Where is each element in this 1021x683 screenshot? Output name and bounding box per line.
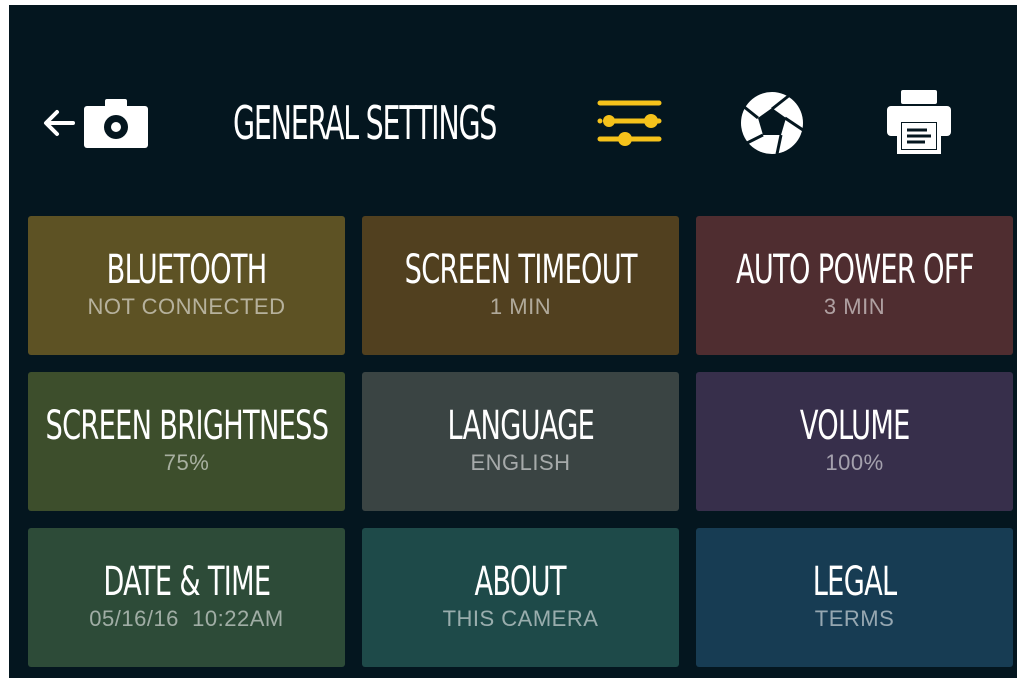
tile-label: LANGUAGE — [447, 402, 594, 449]
legal-tile[interactable]: LEGAL TERMS — [696, 528, 1013, 667]
tile-label: LEGAL — [812, 558, 897, 605]
page-title: GENERAL SETTINGS — [233, 96, 497, 150]
back-to-camera-button[interactable] — [39, 93, 149, 153]
settings-screen: GENERAL SETTINGS BLUETOOTH NOT CONNECTED… — [9, 5, 1017, 678]
camera-icon — [84, 99, 148, 148]
tile-value: 1 MIN — [489, 293, 552, 319]
tile-value: THIS CAMERA — [442, 605, 599, 631]
tile-value: TERMS — [814, 605, 895, 631]
tile-value: 75% — [163, 449, 210, 475]
about-tile[interactable]: ABOUT THIS CAMERA — [362, 528, 679, 667]
bluetooth-tile[interactable]: BLUETOOTH NOT CONNECTED — [28, 216, 345, 355]
header: GENERAL SETTINGS — [9, 5, 1017, 215]
tile-value: NOT CONNECTED — [87, 293, 286, 319]
tile-value: 3 MIN — [823, 293, 886, 319]
back-arrow-icon — [44, 110, 75, 136]
tile-value: 05/16/16 10:22AM — [89, 605, 284, 631]
tile-value: ENGLISH — [470, 449, 571, 475]
date-time-tile[interactable]: DATE & TIME 05/16/16 10:22AM — [28, 528, 345, 667]
tile-label: AUTO POWER OFF — [735, 246, 974, 293]
tile-label: VOLUME — [799, 402, 910, 449]
settings-grid: BLUETOOTH NOT CONNECTED SCREEN TIMEOUT 1… — [28, 216, 1013, 667]
tile-value: 100% — [825, 449, 884, 475]
screen-brightness-tile[interactable]: SCREEN BRIGHTNESS 75% — [28, 372, 345, 511]
tile-label: DATE & TIME — [102, 558, 271, 605]
printer-icon[interactable] — [885, 88, 953, 156]
tile-label: SCREEN BRIGHTNESS — [45, 402, 328, 449]
tile-label: BLUETOOTH — [106, 246, 268, 293]
language-tile[interactable]: LANGUAGE ENGLISH — [362, 372, 679, 511]
aperture-icon[interactable] — [739, 90, 805, 156]
volume-tile[interactable]: VOLUME 100% — [696, 372, 1013, 511]
tile-label: ABOUT — [474, 558, 567, 605]
auto-power-off-tile[interactable]: AUTO POWER OFF 3 MIN — [696, 216, 1013, 355]
screen-timeout-tile[interactable]: SCREEN TIMEOUT 1 MIN — [362, 216, 679, 355]
tile-label: SCREEN TIMEOUT — [404, 246, 637, 293]
sliders-icon[interactable] — [595, 97, 665, 149]
